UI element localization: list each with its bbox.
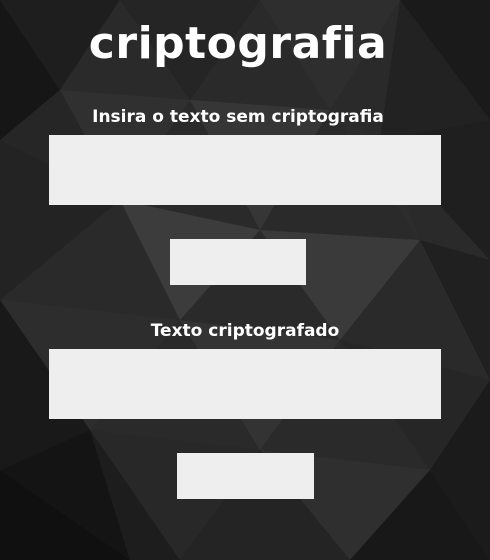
result-action-button[interactable] bbox=[177, 453, 314, 499]
ciphertext-output[interactable] bbox=[49, 349, 441, 419]
encrypt-button[interactable] bbox=[170, 239, 306, 285]
page-container: criptografia Insira o texto sem criptogr… bbox=[0, 0, 490, 560]
plaintext-label: Insira o texto sem criptografia bbox=[92, 107, 384, 127]
page-title: criptografia bbox=[88, 18, 388, 69]
plaintext-input[interactable] bbox=[49, 135, 441, 205]
ciphertext-label: Texto criptografado bbox=[150, 321, 340, 341]
